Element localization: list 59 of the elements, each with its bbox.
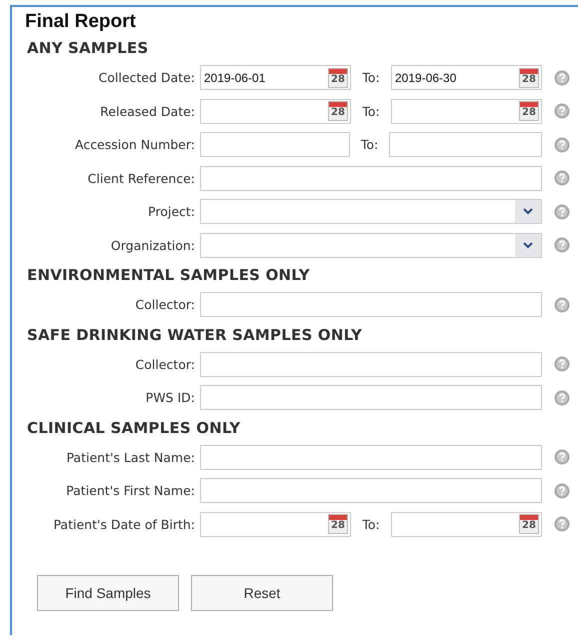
date-field[interactable]: 28 bbox=[200, 98, 351, 124]
date-field[interactable]: 28 bbox=[391, 98, 542, 124]
page-title: Final Report bbox=[25, 11, 137, 33]
select-field[interactable] bbox=[200, 232, 542, 258]
help-icon[interactable] bbox=[554, 170, 570, 186]
help-icon[interactable] bbox=[554, 390, 570, 406]
section-heading: ANY SAMPLES bbox=[27, 39, 150, 57]
input-field[interactable] bbox=[200, 352, 542, 377]
chevron-down-icon bbox=[523, 242, 533, 249]
to-label: To: bbox=[360, 137, 380, 152]
reset-button[interactable]: Reset bbox=[191, 575, 333, 611]
help-icon[interactable] bbox=[554, 136, 570, 153]
find-button[interactable]: Find Samples bbox=[37, 575, 179, 611]
help-icon[interactable] bbox=[554, 516, 570, 532]
field-label: Accession Number: bbox=[74, 137, 196, 152]
field-label: Patient's Date of Birth: bbox=[52, 516, 196, 532]
input-field[interactable] bbox=[200, 292, 542, 318]
input-field[interactable] bbox=[389, 132, 542, 158]
field-label: Client Reference: bbox=[86, 170, 196, 186]
to-label: To: bbox=[361, 70, 381, 86]
field-label: Collector: bbox=[134, 297, 196, 312]
input-field[interactable] bbox=[200, 444, 542, 470]
calendar-icon[interactable]: 28 bbox=[328, 68, 348, 88]
help-icon[interactable] bbox=[554, 482, 570, 499]
help-icon[interactable] bbox=[554, 356, 570, 372]
field-label: Released Date: bbox=[99, 104, 196, 119]
field-label: Project: bbox=[147, 204, 196, 220]
section-heading: ENVIRONMENTAL SAMPLES ONLY bbox=[27, 266, 311, 284]
date-field[interactable]: 2019-06-30 28 bbox=[391, 65, 542, 90]
field-label: Collected Date: bbox=[98, 70, 196, 86]
date-field[interactable]: 2019-06-01 28 bbox=[200, 65, 351, 90]
field-label: Patient's Last Name: bbox=[65, 450, 196, 465]
field-label: Collector: bbox=[134, 356, 196, 372]
field-label: PWS ID: bbox=[144, 390, 196, 406]
section-heading: SAFE DRINKING WATER SAMPLES ONLY bbox=[27, 326, 364, 344]
calendar-icon[interactable]: 28 bbox=[328, 514, 348, 534]
date-field[interactable]: 28 bbox=[200, 512, 351, 537]
input-field[interactable] bbox=[200, 132, 350, 158]
section-heading: CLINICAL SAMPLES ONLY bbox=[27, 418, 242, 436]
help-icon[interactable] bbox=[554, 296, 570, 313]
to-label: To: bbox=[361, 516, 381, 532]
date-field[interactable]: 28 bbox=[391, 512, 542, 537]
calendar-icon[interactable]: 28 bbox=[328, 101, 348, 122]
help-icon[interactable] bbox=[554, 103, 570, 120]
help-icon[interactable] bbox=[554, 70, 570, 86]
field-label: Organization: bbox=[110, 238, 196, 253]
chevron-down-icon bbox=[523, 208, 533, 216]
input-field[interactable] bbox=[200, 385, 542, 410]
field-label: Patient's First Name: bbox=[65, 483, 196, 498]
help-icon[interactable] bbox=[554, 449, 570, 466]
to-label: To: bbox=[361, 104, 381, 119]
calendar-icon[interactable]: 28 bbox=[519, 514, 539, 534]
input-field[interactable] bbox=[200, 166, 542, 191]
select-field[interactable] bbox=[200, 199, 542, 224]
help-icon[interactable] bbox=[554, 204, 570, 220]
calendar-icon[interactable]: 28 bbox=[519, 68, 539, 88]
help-icon[interactable] bbox=[554, 237, 570, 254]
input-field[interactable] bbox=[200, 478, 542, 504]
calendar-icon[interactable]: 28 bbox=[519, 101, 539, 122]
